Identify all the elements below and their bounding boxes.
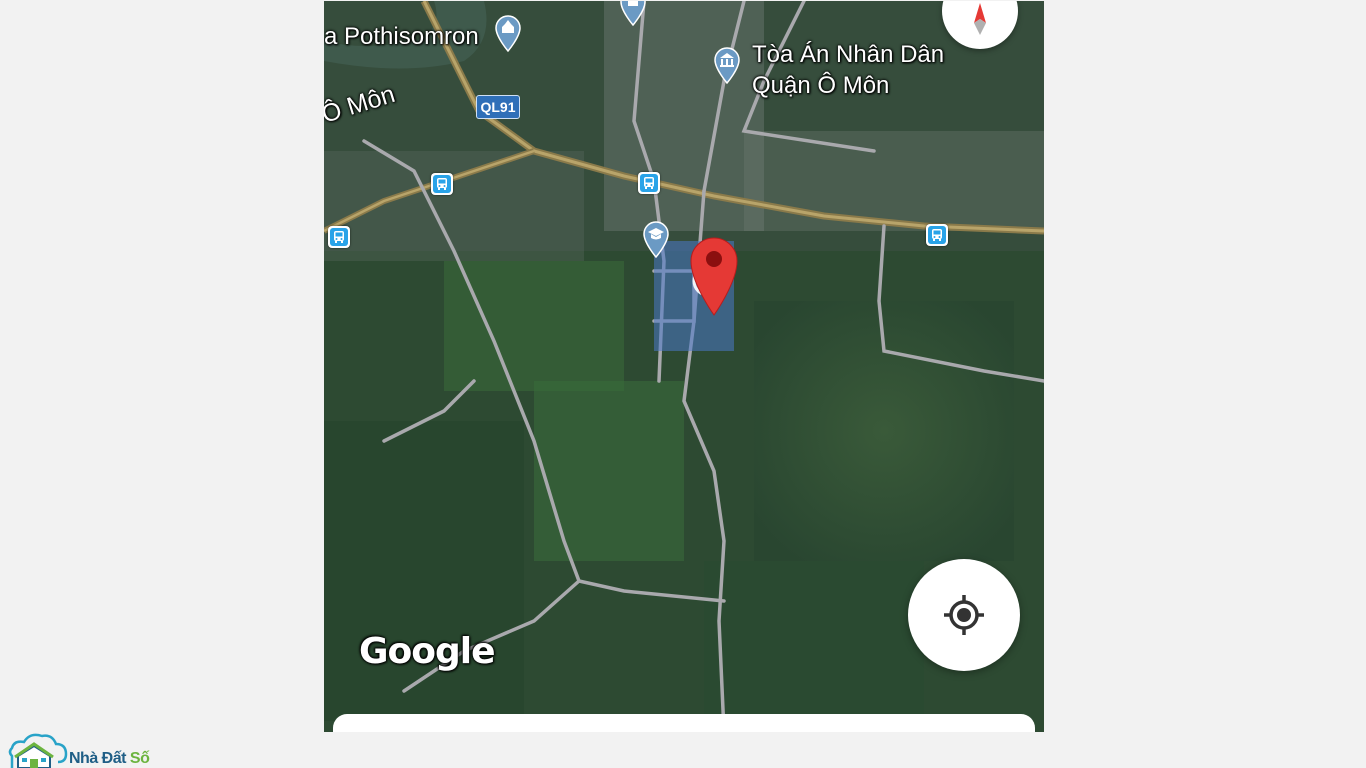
school-icon[interactable] <box>640 219 672 259</box>
nha-dat-so-watermark: Nhà Đất Số <box>6 732 166 768</box>
courthouse-icon[interactable] <box>711 45 743 85</box>
compass-icon <box>974 3 986 35</box>
road-shield-ql91: QL91 <box>476 95 520 119</box>
bus-icon[interactable] <box>638 172 660 194</box>
map-label-court[interactable]: Tòa Án Nhân Dân Quận Ô Môn <box>752 39 972 101</box>
bus-icon[interactable] <box>926 224 948 246</box>
house-cloud-logo-icon <box>8 733 68 768</box>
map-label-pothisomron[interactable]: a Pothisomron <box>324 21 479 52</box>
brand-name: Nhà Đất Số <box>69 750 150 768</box>
bus-icon[interactable] <box>328 226 350 248</box>
location-pin-icon[interactable] <box>688 233 740 317</box>
compass-button[interactable] <box>942 1 1018 49</box>
bottom-sheet[interactable] <box>333 714 1035 732</box>
my-location-button[interactable] <box>908 559 1020 671</box>
poi-marker-icon[interactable] <box>617 1 649 27</box>
brand-name-part1: Nhà Đất <box>69 750 126 767</box>
brand-name-part2: Số <box>129 750 150 767</box>
temple-icon[interactable] <box>492 13 524 53</box>
google-attribution: Google <box>359 631 496 672</box>
my-location-icon <box>944 595 984 635</box>
bus-icon[interactable] <box>431 173 453 195</box>
map-view[interactable]: a Pothisomron Tòa Án Nhân Dân Quận Ô Môn… <box>324 1 1044 732</box>
